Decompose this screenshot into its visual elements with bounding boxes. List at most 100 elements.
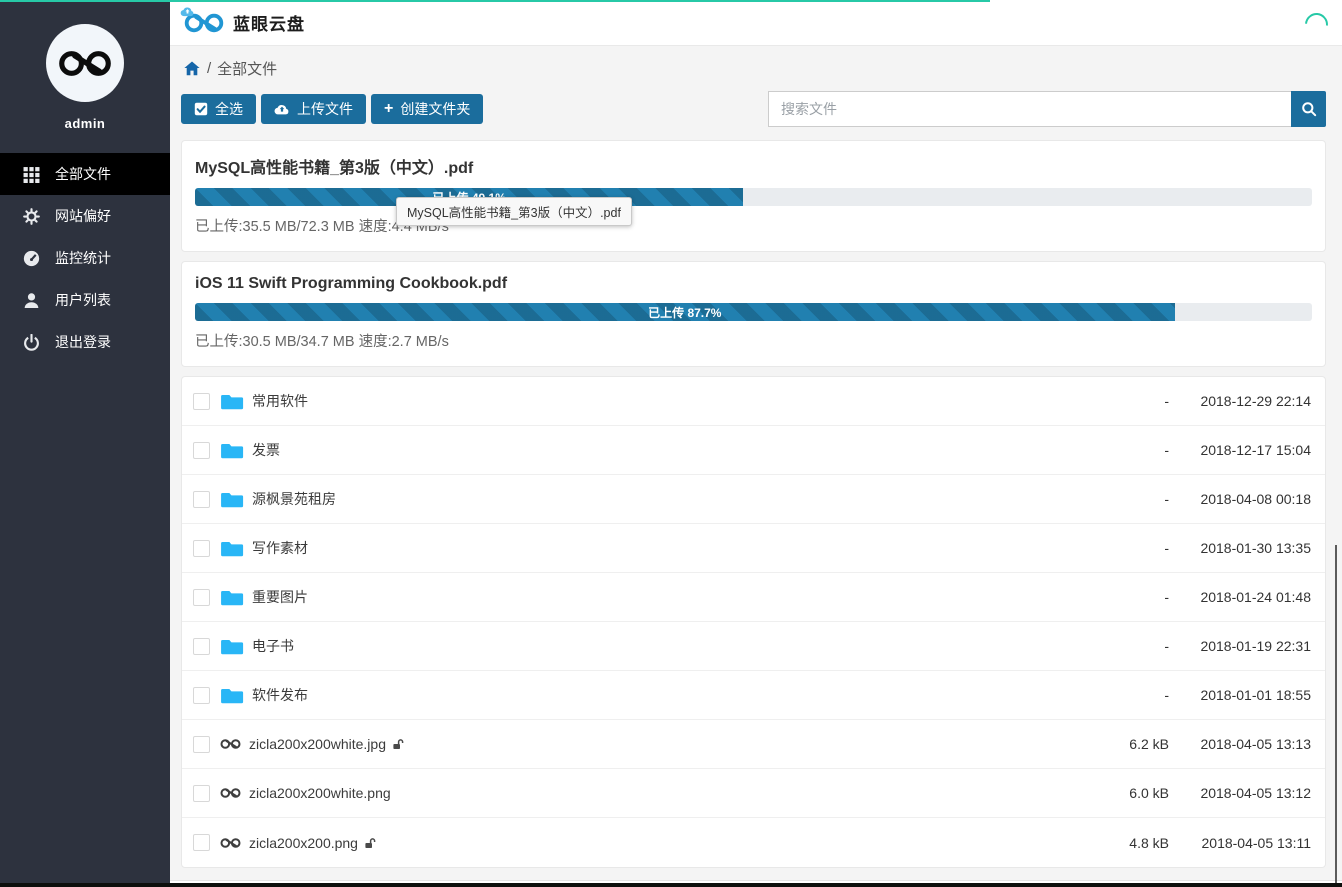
sidebar-item-site-preferences[interactable]: 网站偏好 xyxy=(0,195,170,237)
create-folder-label: 创建文件夹 xyxy=(400,99,470,119)
username: admin xyxy=(0,116,170,131)
table-row[interactable]: 软件发布 - 2018-01-01 18:55 xyxy=(182,671,1325,720)
row-checkbox[interactable] xyxy=(193,540,210,557)
file-date: 2018-12-17 15:04 xyxy=(1169,442,1311,458)
row-checkbox[interactable] xyxy=(193,834,210,851)
plus-icon: + xyxy=(384,101,393,117)
file-name[interactable]: 电子书 xyxy=(252,636,294,656)
file-name[interactable]: zicla200x200.png xyxy=(249,835,376,851)
upload-filename: MySQL高性能书籍_第3版（中文）.pdf xyxy=(195,154,1312,178)
upload-tooltip: MySQL高性能书籍_第3版（中文）.pdf xyxy=(396,197,632,226)
file-size: - xyxy=(1079,687,1169,703)
file-name-text: zicla200x200white.jpg xyxy=(249,736,386,752)
file-name[interactable]: zicla200x200white.png xyxy=(249,785,391,801)
search-icon xyxy=(1301,101,1317,117)
window-bottom-edge xyxy=(0,883,1342,887)
grid-icon xyxy=(23,166,40,183)
upload-stats: 已上传:35.5 MB/72.3 MB 速度:4.4 MB/s xyxy=(195,215,1312,236)
image-file-thumbnail-icon xyxy=(220,837,241,849)
upload-card: MySQL高性能书籍_第3版（中文）.pdf 已上传 49.1% 已上传:35.… xyxy=(181,140,1326,252)
unlock-icon xyxy=(364,837,376,849)
table-row[interactable]: 写作素材 - 2018-01-30 13:35 xyxy=(182,524,1325,573)
file-date: 2018-01-19 22:31 xyxy=(1169,638,1311,654)
row-checkbox[interactable] xyxy=(193,785,210,802)
avatar[interactable] xyxy=(46,24,124,102)
check-square-icon xyxy=(194,102,208,116)
image-file-thumbnail-icon xyxy=(220,738,241,750)
table-row[interactable]: zicla200x200white.jpg 6.2 kB 2018-04-05 … xyxy=(182,720,1325,769)
home-icon[interactable] xyxy=(184,61,200,76)
table-row[interactable]: 常用软件 - 2018-12-29 22:14 xyxy=(182,377,1325,426)
row-checkbox[interactable] xyxy=(193,589,210,606)
row-checkbox[interactable] xyxy=(193,442,210,459)
file-name[interactable]: zicla200x200white.jpg xyxy=(249,736,404,752)
cloud-upload-badge-icon xyxy=(180,6,195,17)
create-folder-button[interactable]: + 创建文件夹 xyxy=(371,94,483,124)
search-input[interactable] xyxy=(768,91,1291,127)
sidebar-item-user-list[interactable]: 用户列表 xyxy=(0,279,170,321)
sidebar-item-label: 用户列表 xyxy=(55,290,111,310)
file-date: 2018-12-29 22:14 xyxy=(1169,393,1311,409)
breadcrumb-current[interactable]: 全部文件 xyxy=(217,58,277,79)
file-name[interactable]: 写作素材 xyxy=(252,538,308,558)
folder-icon xyxy=(220,637,244,656)
file-list: 常用软件 - 2018-12-29 22:14 发票 - 2018-12-17 … xyxy=(181,376,1326,868)
table-row[interactable]: 源枫景苑租房 - 2018-04-08 00:18 xyxy=(182,475,1325,524)
cloud-upload-icon xyxy=(274,103,290,115)
power-icon xyxy=(23,334,40,351)
breadcrumb-separator: / xyxy=(207,60,211,77)
row-checkbox[interactable] xyxy=(193,687,210,704)
file-date: 2018-01-01 18:55 xyxy=(1169,687,1311,703)
file-size: 6.0 kB xyxy=(1079,785,1169,801)
upload-progress-label: 已上传 87.7% xyxy=(648,304,721,321)
file-name[interactable]: 重要图片 xyxy=(252,587,308,607)
sidebar-item-logout[interactable]: 退出登录 xyxy=(0,321,170,363)
sidebar-item-all-files[interactable]: 全部文件 xyxy=(0,153,170,195)
file-date: 2018-04-05 13:12 xyxy=(1169,785,1311,801)
file-size: - xyxy=(1079,393,1169,409)
file-size: - xyxy=(1079,491,1169,507)
sidebar-item-label: 网站偏好 xyxy=(55,206,111,226)
scrollbar[interactable] xyxy=(1335,545,1337,883)
upload-progress-track: 已上传 87.7% xyxy=(195,303,1312,321)
sidebar-item-label: 退出登录 xyxy=(55,332,111,352)
table-row[interactable]: zicla200x200.png 4.8 kB 2018-04-05 13:11 xyxy=(182,818,1325,867)
select-all-button[interactable]: 全选 xyxy=(181,94,256,124)
image-file-thumbnail-icon xyxy=(220,787,241,799)
table-row[interactable]: 重要图片 - 2018-01-24 01:48 xyxy=(182,573,1325,622)
row-checkbox[interactable] xyxy=(193,491,210,508)
file-size: - xyxy=(1079,589,1169,605)
table-row[interactable]: 发票 - 2018-12-17 15:04 xyxy=(182,426,1325,475)
search-button[interactable] xyxy=(1291,91,1326,127)
file-date: 2018-04-05 13:11 xyxy=(1169,835,1311,851)
upload-file-button[interactable]: 上传文件 xyxy=(261,94,366,124)
row-checkbox[interactable] xyxy=(193,393,210,410)
folder-icon xyxy=(220,490,244,509)
folder-icon xyxy=(220,539,244,558)
brand-logo-icon xyxy=(184,11,224,35)
sidebar-item-label: 监控统计 xyxy=(55,248,111,268)
file-name[interactable]: 源枫景苑租房 xyxy=(252,489,336,509)
file-date: 2018-04-08 00:18 xyxy=(1169,491,1311,507)
sidebar-item-monitoring[interactable]: 监控统计 xyxy=(0,237,170,279)
file-name-text: zicla200x200.png xyxy=(249,835,358,851)
upload-filename: iOS 11 Swift Programming Cookbook.pdf xyxy=(195,275,1312,293)
page-loading-bar xyxy=(0,0,990,2)
file-name[interactable]: 软件发布 xyxy=(252,685,308,705)
breadcrumb: / 全部文件 xyxy=(184,58,1326,79)
row-checkbox[interactable] xyxy=(193,736,210,753)
sidebar: admin 全部文件 网站偏好 监控统计 用户列表 xyxy=(0,0,170,883)
app-title: 蓝眼云盘 xyxy=(233,10,305,35)
user-icon xyxy=(23,292,40,309)
file-name[interactable]: 发票 xyxy=(252,440,280,460)
folder-icon xyxy=(220,686,244,705)
table-row[interactable]: zicla200x200white.png 6.0 kB 2018-04-05 … xyxy=(182,769,1325,818)
gauge-icon xyxy=(23,250,40,267)
table-row[interactable]: 电子书 - 2018-01-19 22:31 xyxy=(182,622,1325,671)
upload-progress-fill: 已上传 87.7% xyxy=(195,303,1175,321)
file-size: - xyxy=(1079,638,1169,654)
select-all-label: 全选 xyxy=(215,99,243,119)
file-name[interactable]: 常用软件 xyxy=(252,391,308,411)
gear-icon xyxy=(23,208,40,225)
row-checkbox[interactable] xyxy=(193,638,210,655)
